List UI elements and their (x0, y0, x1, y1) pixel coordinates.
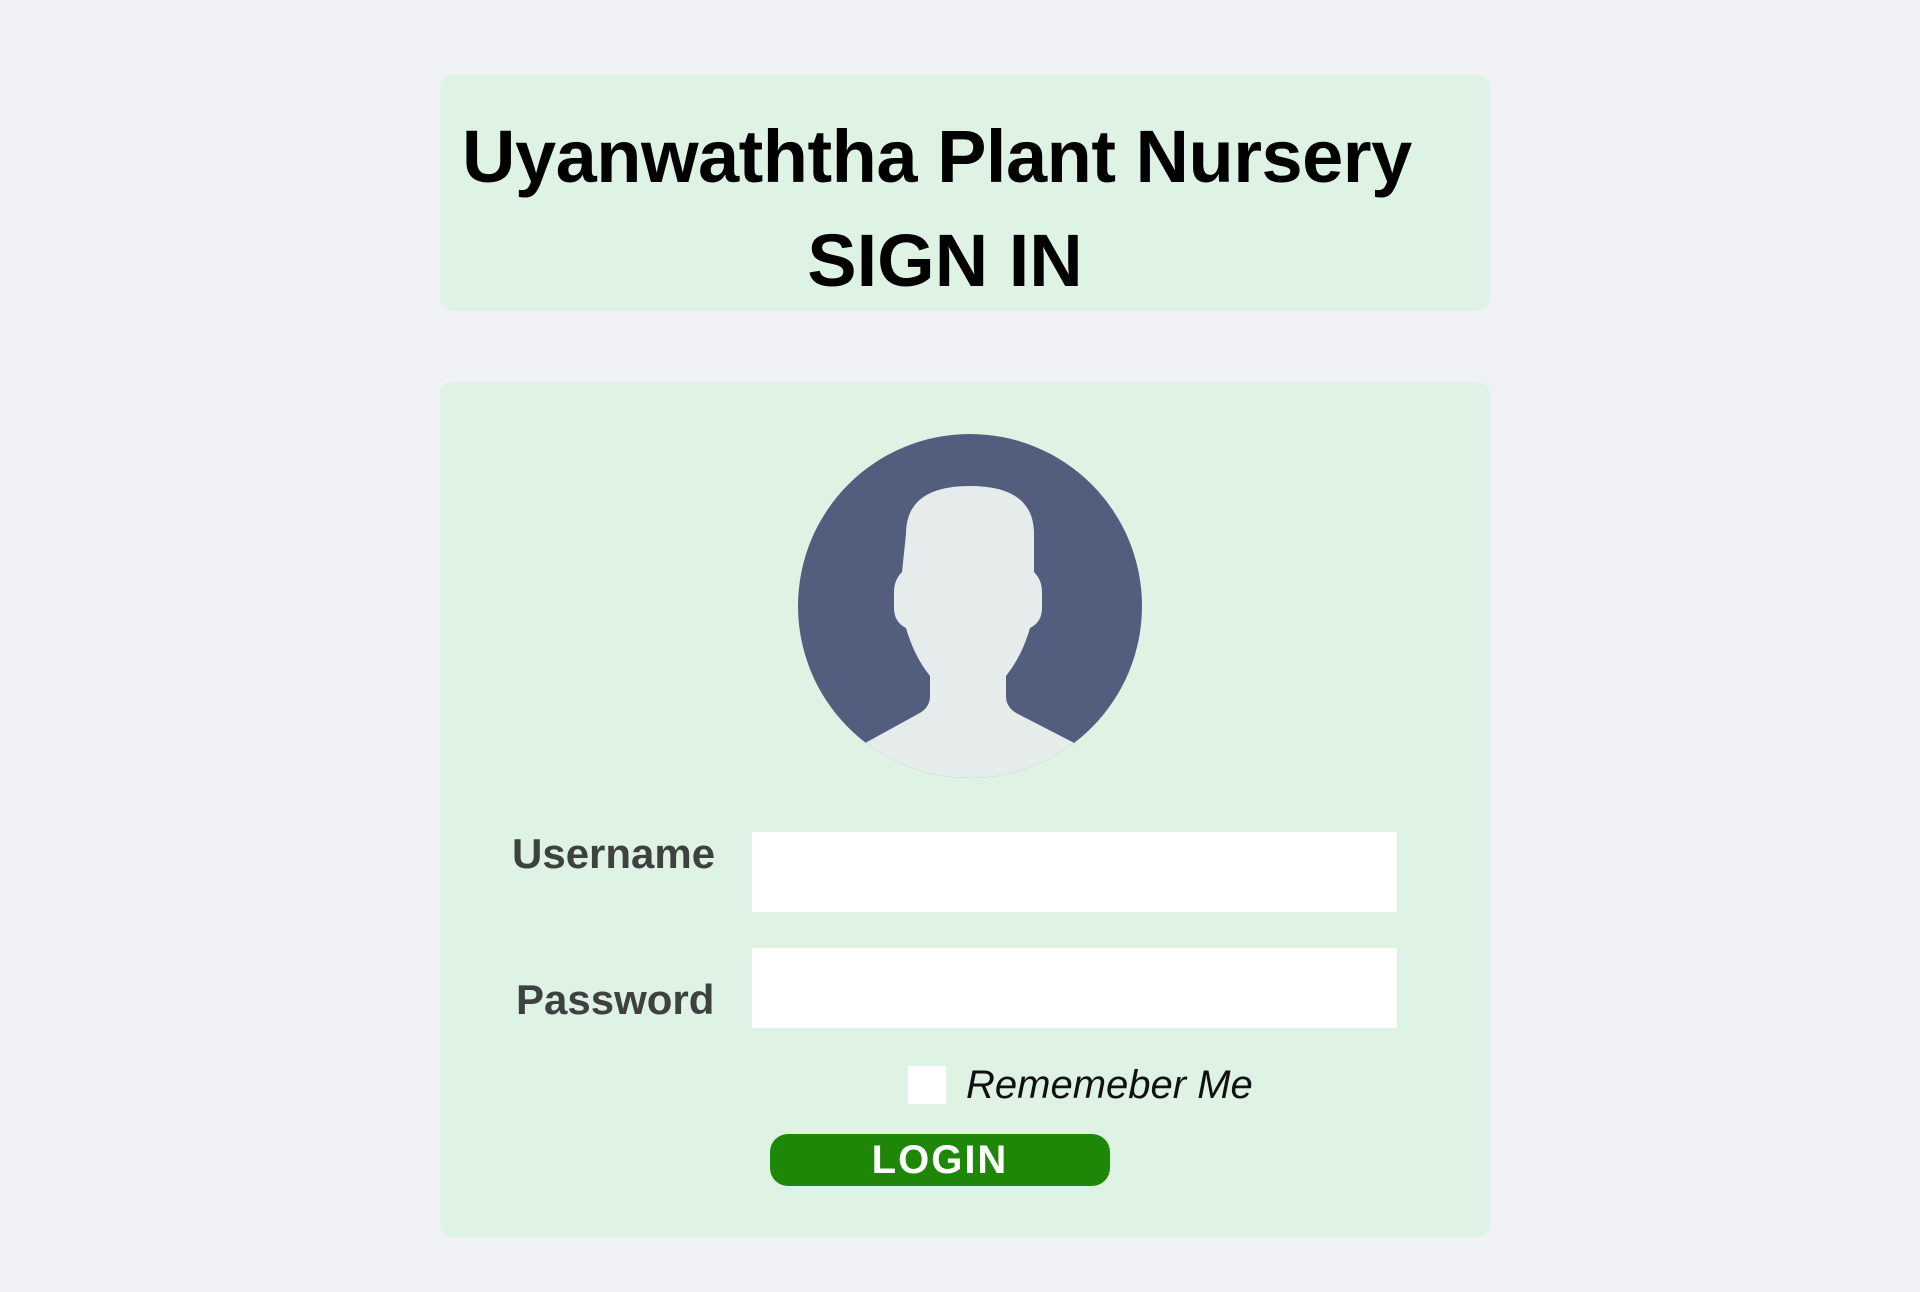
page-title: SIGN IN (807, 219, 1083, 302)
login-button[interactable]: LOGIN (770, 1134, 1110, 1186)
login-form-card: Username Password Rememeber Me LOGIN (440, 382, 1490, 1237)
user-avatar-icon (798, 434, 1142, 778)
username-label: Username (512, 830, 716, 877)
remember-me-checkbox[interactable] (908, 1066, 946, 1104)
app-title: Uyanwaththa Plant Nursery (462, 115, 1412, 198)
remember-me-label: Rememeber Me (966, 1062, 1253, 1107)
header-card: Uyanwaththa Plant Nursery SIGN IN (440, 75, 1490, 311)
remember-me-row: Rememeber Me (908, 1060, 1253, 1110)
password-input[interactable] (752, 948, 1397, 1028)
password-label: Password (516, 976, 715, 1023)
login-page: Uyanwaththa Plant Nursery SIGN IN Userna… (0, 0, 1920, 1292)
username-input[interactable] (752, 832, 1397, 912)
